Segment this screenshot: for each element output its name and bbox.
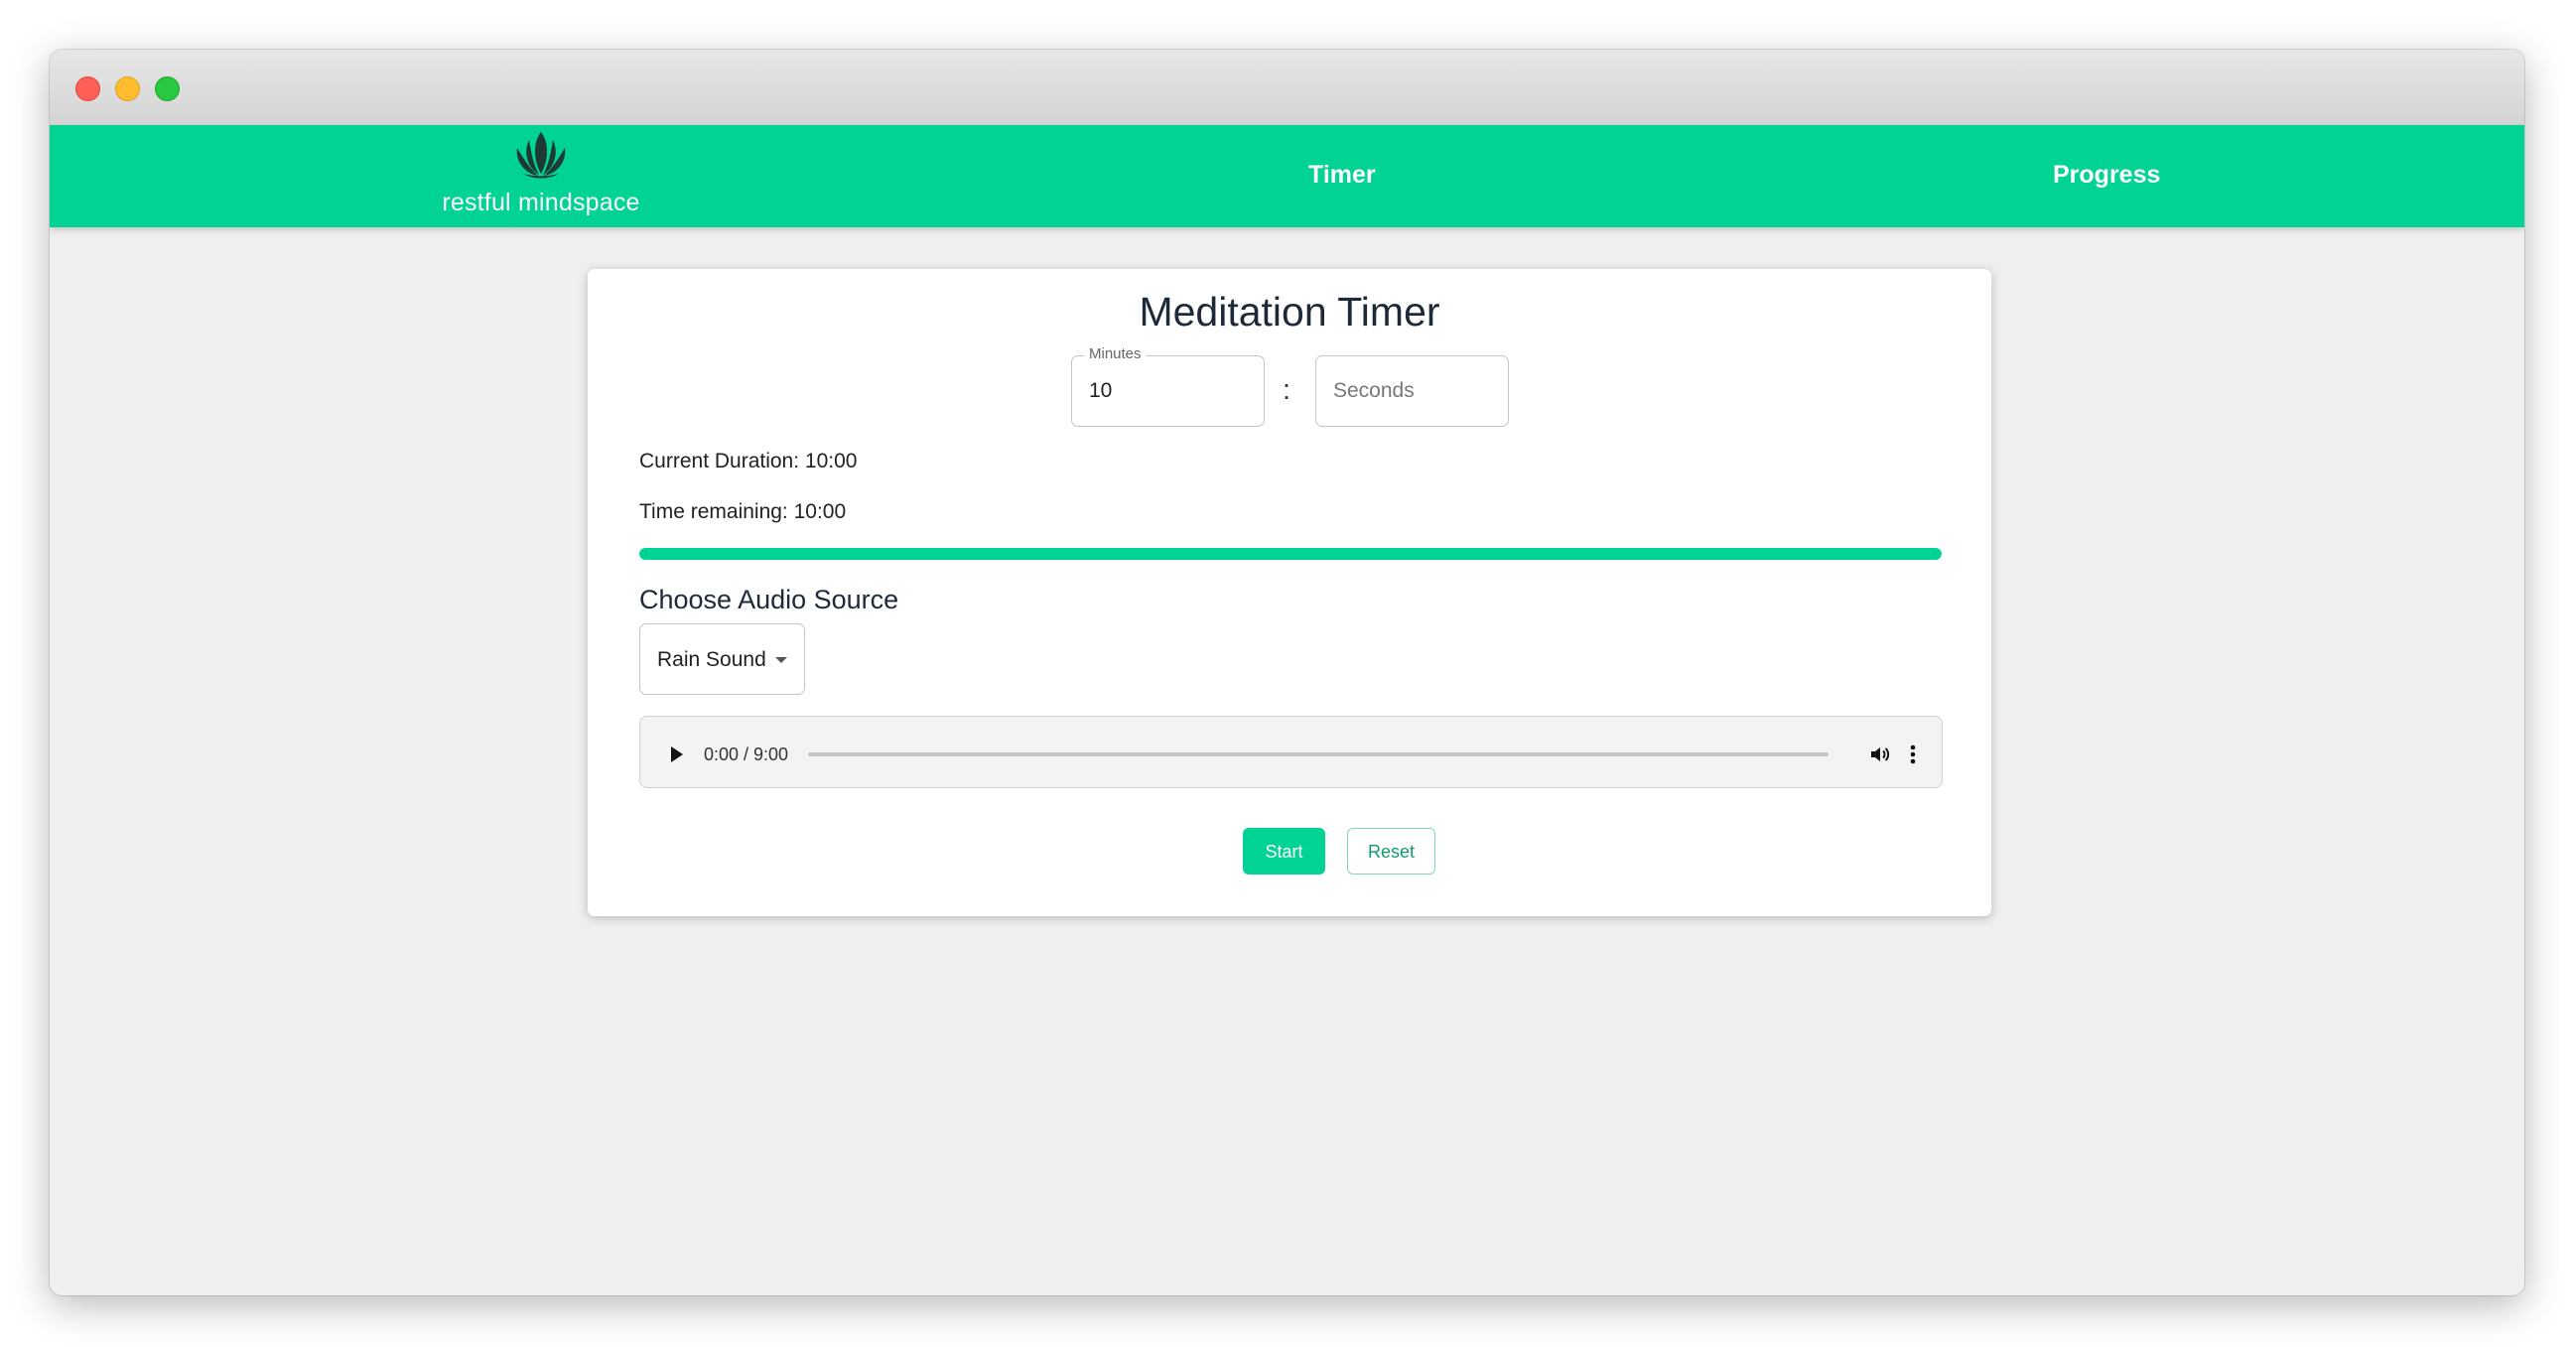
page-title: Meditation Timer <box>1139 289 1440 335</box>
volume-icon[interactable] <box>1868 742 1892 766</box>
audio-player: 0:00 / 9:00 <box>639 716 1943 788</box>
audio-source-heading: Choose Audio Source <box>639 585 899 614</box>
audio-time-display: 0:00 / 9:00 <box>704 744 789 764</box>
time-remaining-text: Time remaining: 10:00 <box>639 500 847 523</box>
browser-window: restful mindspace Timer Progress Meditat… <box>50 50 2524 1295</box>
play-icon[interactable] <box>671 746 683 762</box>
minutes-input[interactable] <box>1072 356 1264 426</box>
nav-link-progress[interactable]: Progress <box>2053 161 2160 190</box>
lotus-icon <box>516 132 566 179</box>
minutes-field: Minutes <box>1071 345 1265 427</box>
time-separator: : <box>1283 374 1291 406</box>
current-duration-text: Current Duration: 10:00 <box>639 450 858 472</box>
audio-source-selected-value: Rain Sound <box>657 648 766 671</box>
start-button[interactable]: Start <box>1243 828 1325 875</box>
audio-source-select[interactable]: Rain Sound <box>639 623 805 695</box>
brand-logo[interactable]: restful mindspace <box>417 125 665 227</box>
audio-controls: 0:00 / 9:00 <box>644 721 1938 783</box>
minimize-window-button[interactable] <box>115 76 140 101</box>
more-options-icon[interactable] <box>1908 742 1918 766</box>
top-navbar: restful mindspace Timer Progress <box>50 125 2524 227</box>
brand-name: restful mindspace <box>442 189 640 216</box>
seconds-input[interactable] <box>1316 356 1508 426</box>
window-titlebar <box>50 50 2524 126</box>
seconds-field <box>1315 355 1509 427</box>
timer-progress-fill <box>639 548 1942 560</box>
timer-progress-bar <box>639 548 1942 560</box>
meditation-timer-card: Meditation Timer Minutes : Current Durat… <box>588 269 1991 916</box>
reset-button[interactable]: Reset <box>1347 828 1435 875</box>
audio-seek-bar[interactable] <box>808 752 1829 756</box>
close-window-button[interactable] <box>75 76 100 101</box>
caret-down-icon <box>775 657 787 663</box>
maximize-window-button[interactable] <box>155 76 180 101</box>
nav-link-timer[interactable]: Timer <box>1308 161 1376 190</box>
